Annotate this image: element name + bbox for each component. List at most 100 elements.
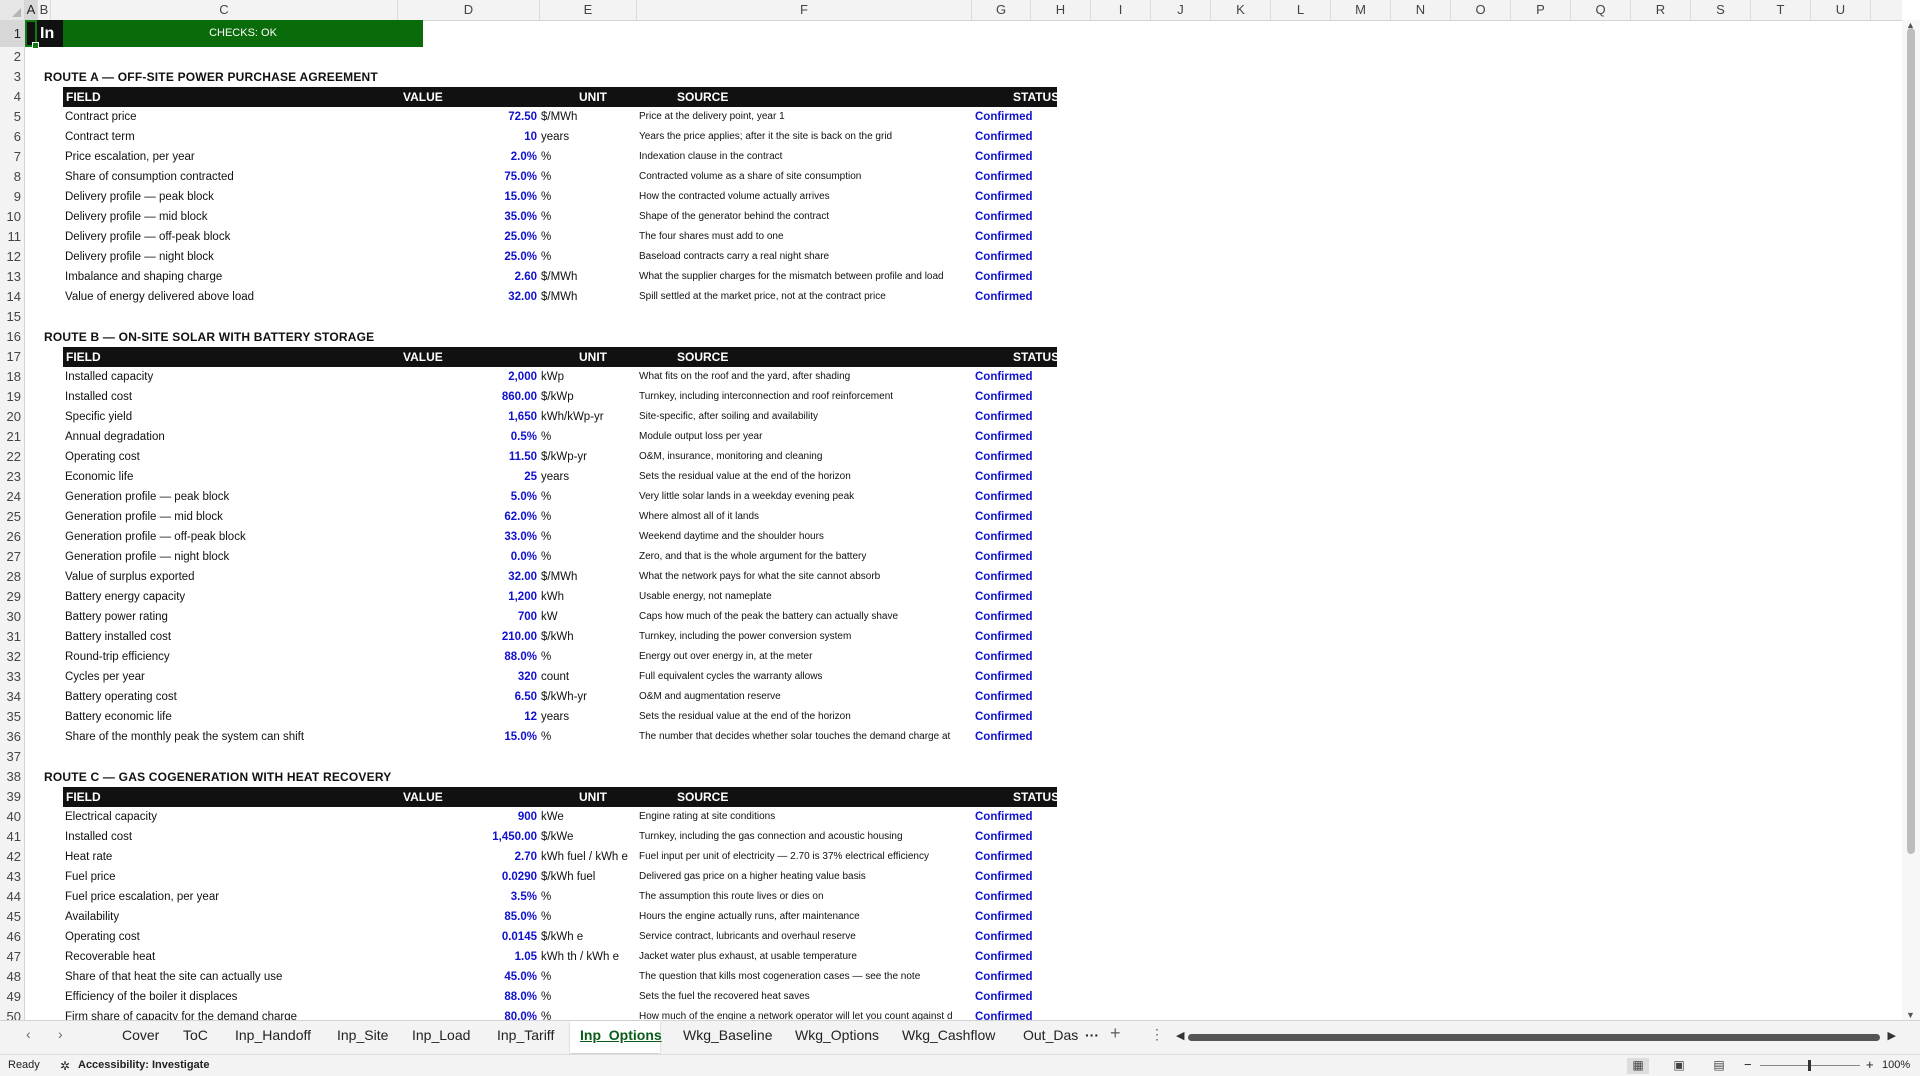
status-badge[interactable]: Confirmed — [975, 267, 1055, 287]
input-value-cell[interactable]: 2.70 — [325, 847, 537, 867]
scroll-right-icon[interactable]: ▶ — [1888, 1029, 1896, 1042]
row-header[interactable]: 47 — [0, 947, 24, 967]
sheet-tab-inp_tariff[interactable]: Inp_Tariff — [497, 1027, 554, 1043]
column-header-t[interactable]: T — [1751, 0, 1811, 20]
column-header-e[interactable]: E — [540, 0, 637, 20]
status-badge[interactable]: Confirmed — [975, 1007, 1055, 1020]
input-value-cell[interactable]: 35.0% — [325, 207, 537, 227]
input-source-cell[interactable]: What the supplier charges for the mismat… — [639, 267, 991, 287]
column-header-n[interactable]: N — [1391, 0, 1451, 20]
sheet-tab-wkg_options[interactable]: Wkg_Options — [795, 1027, 879, 1043]
row-header[interactable]: 2 — [0, 47, 24, 67]
input-field-cell[interactable]: Heat rate — [65, 847, 355, 867]
input-field-cell[interactable]: Annual degradation — [65, 427, 355, 447]
horizontal-scroll-thumb[interactable] — [1188, 1034, 1880, 1041]
row-header[interactable]: 33 — [0, 667, 24, 687]
input-value-cell[interactable]: 25.0% — [325, 227, 537, 247]
input-source-cell[interactable]: Usable energy, not nameplate — [639, 587, 991, 607]
status-badge[interactable]: Confirmed — [975, 587, 1055, 607]
input-source-cell[interactable]: Sets the fuel the recovered heat saves — [639, 987, 991, 1007]
column-header-a[interactable]: A — [25, 0, 38, 20]
zoom-slider-thumb[interactable] — [1808, 1060, 1811, 1071]
status-badge[interactable]: Confirmed — [975, 467, 1055, 487]
input-source-cell[interactable]: Energy out over energy in, at the meter — [639, 647, 991, 667]
input-source-cell[interactable]: Baseload contracts carry a real night sh… — [639, 247, 991, 267]
input-field-cell[interactable]: Firm share of capacity for the demand ch… — [65, 1007, 355, 1020]
status-badge[interactable]: Confirmed — [975, 847, 1055, 867]
status-badge[interactable]: Confirmed — [975, 507, 1055, 527]
input-source-cell[interactable]: Site-specific, after soiling and availab… — [639, 407, 991, 427]
status-badge[interactable]: Confirmed — [975, 127, 1055, 147]
input-source-cell[interactable]: O&M, insurance, monitoring and cleaning — [639, 447, 991, 467]
status-badge[interactable]: Confirmed — [975, 947, 1055, 967]
status-badge[interactable]: Confirmed — [975, 527, 1055, 547]
add-sheet-icon[interactable]: + — [1110, 1023, 1121, 1044]
status-badge[interactable]: Confirmed — [975, 627, 1055, 647]
input-field-cell[interactable]: Availability — [65, 907, 355, 927]
input-source-cell[interactable]: The number that decides whether solar to… — [639, 727, 991, 747]
input-source-cell[interactable]: Turnkey, including the gas connection an… — [639, 827, 991, 847]
row-header[interactable]: 17 — [0, 347, 24, 367]
row-header[interactable]: 23 — [0, 467, 24, 487]
status-badge[interactable]: Confirmed — [975, 987, 1055, 1007]
input-value-cell[interactable]: 88.0% — [325, 647, 537, 667]
status-badge[interactable]: Confirmed — [975, 807, 1055, 827]
input-source-cell[interactable]: Turnkey, including the power conversion … — [639, 627, 991, 647]
input-value-cell[interactable]: 1,650 — [325, 407, 537, 427]
input-source-cell[interactable]: Where almost all of it lands — [639, 507, 991, 527]
zoom-out-icon[interactable]: − — [1744, 1057, 1752, 1072]
row-header[interactable]: 45 — [0, 907, 24, 927]
row-header[interactable]: 31 — [0, 627, 24, 647]
row-header[interactable]: 25 — [0, 507, 24, 527]
input-source-cell[interactable]: Spill settled at the market price, not a… — [639, 287, 991, 307]
row-header[interactable]: 32 — [0, 647, 24, 667]
input-value-cell[interactable]: 860.00 — [325, 387, 537, 407]
input-source-cell[interactable]: Sets the residual value at the end of th… — [639, 707, 991, 727]
row-header[interactable]: 37 — [0, 747, 24, 767]
row-header[interactable]: 5 — [0, 107, 24, 127]
input-value-cell[interactable]: 85.0% — [325, 907, 537, 927]
status-badge[interactable]: Confirmed — [975, 607, 1055, 627]
input-value-cell[interactable]: 2.0% — [325, 147, 537, 167]
input-field-cell[interactable]: Operating cost — [65, 927, 355, 947]
scroll-down-icon[interactable]: ▼ — [1906, 1010, 1915, 1020]
column-header-p[interactable]: P — [1511, 0, 1571, 20]
status-badge[interactable]: Confirmed — [975, 207, 1055, 227]
input-value-cell[interactable]: 3.5% — [325, 887, 537, 907]
sheet-tab-inp_site[interactable]: Inp_Site — [337, 1027, 388, 1043]
status-badge[interactable]: Confirmed — [975, 367, 1055, 387]
input-source-cell[interactable]: Turnkey, including interconnection and r… — [639, 387, 991, 407]
input-value-cell[interactable]: 0.0145 — [325, 927, 537, 947]
row-header[interactable]: 18 — [0, 367, 24, 387]
input-field-cell[interactable]: Economic life — [65, 467, 355, 487]
input-value-cell[interactable]: 0.5% — [325, 427, 537, 447]
row-header[interactable]: 8 — [0, 167, 24, 187]
row-header[interactable]: 44 — [0, 887, 24, 907]
input-field-cell[interactable]: Cycles per year — [65, 667, 355, 687]
input-field-cell[interactable]: Share of consumption contracted — [65, 167, 355, 187]
next-sheet-icon[interactable]: › — [58, 1026, 63, 1042]
input-value-cell[interactable]: 1.05 — [325, 947, 537, 967]
input-value-cell[interactable]: 15.0% — [325, 727, 537, 747]
zoom-in-icon[interactable]: + — [1866, 1057, 1874, 1072]
input-value-cell[interactable]: 6.50 — [325, 687, 537, 707]
input-value-cell[interactable]: 45.0% — [325, 967, 537, 987]
status-badge[interactable]: Confirmed — [975, 687, 1055, 707]
worksheet-grid[interactable]: In CHECKS: OK ROUTE A — OFF-SITE POWER P… — [25, 20, 1902, 1020]
status-badge[interactable]: Confirmed — [975, 887, 1055, 907]
input-field-cell[interactable]: Delivery profile — peak block — [65, 187, 355, 207]
sheet-tab-toc[interactable]: ToC — [183, 1027, 208, 1043]
row-header[interactable]: 27 — [0, 547, 24, 567]
normal-view-icon[interactable]: ▦ — [1627, 1058, 1649, 1074]
input-source-cell[interactable]: Shape of the generator behind the contra… — [639, 207, 991, 227]
input-field-cell[interactable]: Generation profile — peak block — [65, 487, 355, 507]
row-header[interactable]: 9 — [0, 187, 24, 207]
page-layout-icon[interactable]: ▣ — [1668, 1058, 1690, 1074]
row-header[interactable]: 6 — [0, 127, 24, 147]
input-source-cell[interactable]: Weekend daytime and the shoulder hours — [639, 527, 991, 547]
status-badge[interactable]: Confirmed — [975, 567, 1055, 587]
sheet-tab-cover[interactable]: Cover — [122, 1027, 159, 1043]
input-source-cell[interactable]: Very little solar lands in a weekday eve… — [639, 487, 991, 507]
row-header[interactable]: 50 — [0, 1007, 24, 1020]
input-value-cell[interactable]: 11.50 — [325, 447, 537, 467]
